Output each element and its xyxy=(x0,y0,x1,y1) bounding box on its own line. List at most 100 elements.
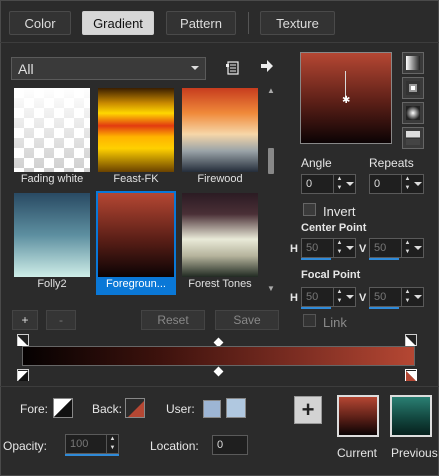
bottom-midpoint-diamond[interactable] xyxy=(213,366,224,377)
gradient-swatch-grid: Fading white Feast-FK Firewood Folly2 Fo… xyxy=(10,86,264,298)
swatch-feast-fk[interactable]: Feast-FK xyxy=(96,86,176,190)
user-color-1-button[interactable] xyxy=(203,400,221,418)
chevron-down-icon[interactable] xyxy=(413,175,423,193)
focal-h-stepper[interactable]: ▲ ▼ xyxy=(333,288,345,306)
location-field[interactable]: 0 xyxy=(212,435,248,455)
repeats-value: 0 xyxy=(374,178,381,190)
chevron-down-icon xyxy=(191,66,199,70)
add-to-swatches-button[interactable]: + xyxy=(294,396,322,424)
header-divider xyxy=(0,42,439,43)
location-label: Location: xyxy=(150,439,199,453)
focal-v-stepper[interactable]: ▲ ▼ xyxy=(401,288,413,306)
category-select[interactable]: All xyxy=(11,57,206,80)
repeats-stepper[interactable]: ▲ ▼ xyxy=(401,175,413,193)
arrow-right-icon[interactable] xyxy=(258,57,276,75)
scroll-up-icon[interactable]: ▲ xyxy=(266,86,276,96)
tab-gradient[interactable]: Gradient xyxy=(82,11,154,35)
swatch-label: Feast-FK xyxy=(113,173,159,185)
focal-v-spinbox[interactable]: 50 ▲ ▼ xyxy=(369,287,424,307)
focal-point-label: Focal Point xyxy=(301,269,361,281)
user-label: User: xyxy=(166,402,195,416)
focal-h-spinbox[interactable]: 50 ▲ ▼ xyxy=(301,287,356,307)
save-button[interactable]: Save xyxy=(215,310,279,330)
repeats-label: Repeats xyxy=(369,156,414,170)
sunburst-style-button[interactable] xyxy=(402,102,424,124)
gradient-bar[interactable] xyxy=(22,346,415,366)
link-checkbox[interactable] xyxy=(303,314,316,327)
center-v-spinbox[interactable]: 50 ▲ ▼ xyxy=(369,238,424,258)
center-h-stepper[interactable]: ▲ ▼ xyxy=(333,239,345,257)
swatch-foreground-background[interactable]: Foregroun... xyxy=(96,191,176,295)
swatch-scrollbar[interactable]: ▲ ▼ xyxy=(266,86,276,296)
chevron-down-icon[interactable] xyxy=(345,239,355,257)
center-h-label: H xyxy=(290,243,298,255)
tab-texture[interactable]: Texture xyxy=(260,11,335,35)
remove-gradient-button[interactable]: - xyxy=(46,310,76,330)
reset-button[interactable]: Reset xyxy=(141,310,205,330)
radial-style-button[interactable] xyxy=(402,127,424,149)
bottom-right-color-stop[interactable] xyxy=(405,369,417,381)
focal-v-value: 50 xyxy=(374,291,387,303)
angle-stepper[interactable]: ▲ ▼ xyxy=(333,175,345,193)
focal-h-slider[interactable] xyxy=(301,307,331,309)
swatch-forest-tones[interactable]: Forest Tones xyxy=(180,191,260,295)
swatch-preview xyxy=(182,88,258,172)
center-v-label: V xyxy=(359,243,367,255)
back-color-button[interactable] xyxy=(125,398,145,418)
chevron-down-icon[interactable] xyxy=(345,288,355,306)
center-h-value: 50 xyxy=(306,242,319,254)
opacity-slider[interactable] xyxy=(65,454,119,456)
chevron-down-icon[interactable] xyxy=(413,288,423,306)
center-v-value: 50 xyxy=(374,242,387,254)
current-gradient-swatch[interactable] xyxy=(337,395,379,437)
add-gradient-button[interactable]: + xyxy=(12,310,38,330)
swatch-label: Firewood xyxy=(197,173,243,185)
angle-spinbox[interactable]: 0 ▲ ▼ xyxy=(301,174,356,194)
top-left-opacity-stop[interactable] xyxy=(17,334,29,346)
previous-gradient-swatch[interactable] xyxy=(390,395,432,437)
focal-h-value: 50 xyxy=(306,291,319,303)
swatch-label: Foregroun... xyxy=(106,278,166,290)
swatch-fading-white[interactable]: Fading white xyxy=(12,86,92,190)
chevron-down-icon[interactable] xyxy=(413,239,423,257)
opacity-value: 100 xyxy=(70,438,89,450)
bottom-left-color-stop[interactable] xyxy=(17,369,29,381)
fore-color-button[interactable] xyxy=(53,398,73,418)
section-divider xyxy=(0,386,439,387)
scroll-thumb[interactable] xyxy=(268,148,274,174)
swatch-label: Fading white xyxy=(20,173,84,185)
swatch-preview xyxy=(14,193,90,277)
tab-color[interactable]: Color xyxy=(9,11,71,35)
center-point-label: Center Point xyxy=(301,222,367,234)
center-h-slider[interactable] xyxy=(301,258,331,260)
center-v-stepper[interactable]: ▲ ▼ xyxy=(401,239,413,257)
list-document-icon[interactable] xyxy=(224,59,242,77)
center-h-spinbox[interactable]: 50 ▲ ▼ xyxy=(301,238,356,258)
top-right-opacity-stop[interactable] xyxy=(405,334,417,346)
swatch-firewood[interactable]: Firewood xyxy=(180,86,260,190)
opacity-stepper[interactable]: ▲ ▼ xyxy=(106,435,118,453)
user-color-2-button[interactable] xyxy=(226,398,246,418)
invert-label: Invert xyxy=(323,204,356,219)
center-point-marker[interactable]: ✱ xyxy=(342,96,350,106)
swatch-label: Folly2 xyxy=(37,278,67,290)
scroll-down-icon[interactable]: ▼ xyxy=(266,284,276,294)
rectangular-style-button[interactable] xyxy=(402,77,424,99)
gradient-preview[interactable]: ✱ xyxy=(300,52,392,144)
opacity-spinbox[interactable]: 100 ▲ ▼ xyxy=(65,434,119,454)
repeats-spinbox[interactable]: 0 ▲ ▼ xyxy=(369,174,424,194)
focal-h-label: H xyxy=(290,292,298,304)
center-v-slider[interactable] xyxy=(369,258,399,260)
swatch-preview xyxy=(98,193,174,277)
invert-checkbox[interactable] xyxy=(303,203,316,216)
link-label: Link xyxy=(323,315,347,330)
linear-style-button[interactable] xyxy=(402,52,424,74)
chevron-down-icon[interactable] xyxy=(345,175,355,193)
swatch-folly2[interactable]: Folly2 xyxy=(12,191,92,295)
angle-value: 0 xyxy=(306,178,313,190)
back-label: Back: xyxy=(92,402,123,416)
tab-pattern[interactable]: Pattern xyxy=(166,11,236,35)
focal-v-slider[interactable] xyxy=(369,307,399,309)
category-select-value: All xyxy=(18,60,34,77)
current-label: Current xyxy=(337,446,378,460)
